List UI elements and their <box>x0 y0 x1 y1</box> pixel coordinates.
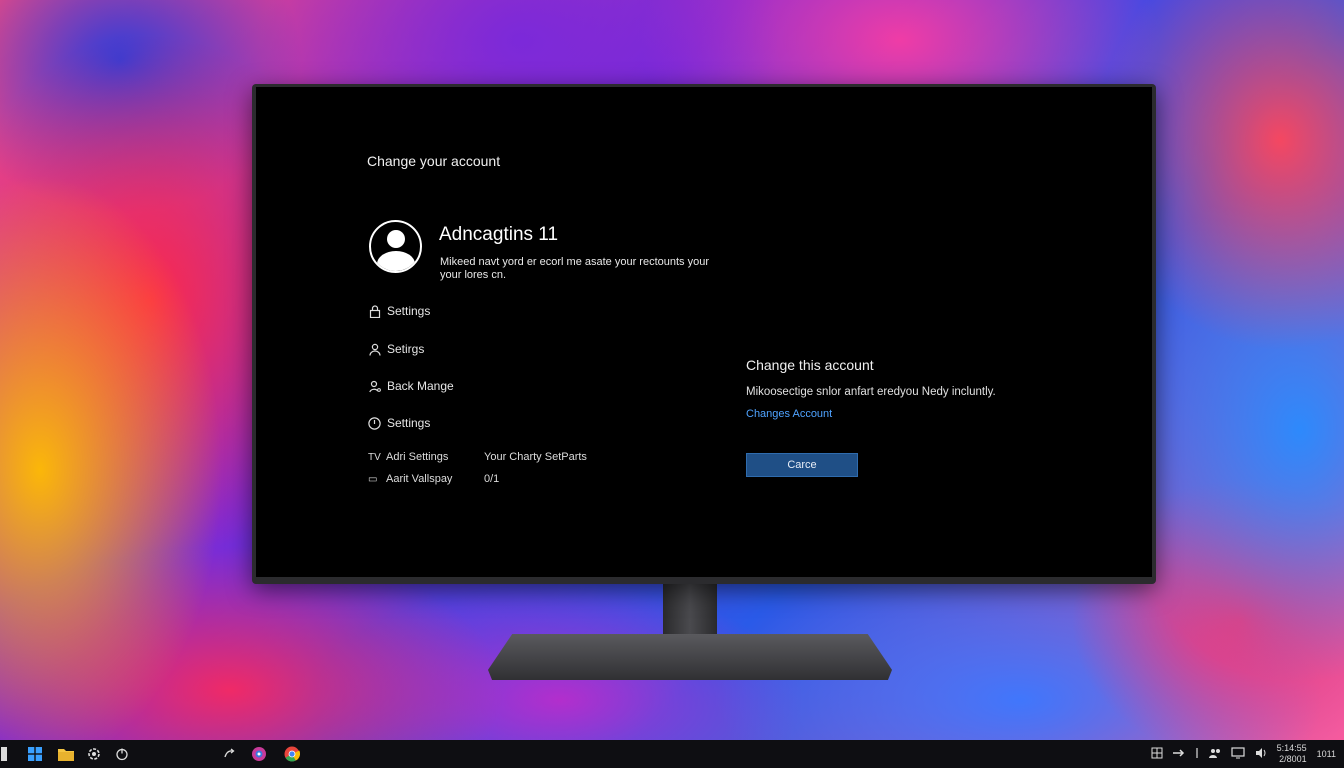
setting-row-label-group: TV Adri Settings <box>368 451 484 463</box>
person-key-icon <box>368 380 381 393</box>
page-title: Change your account <box>367 153 501 169</box>
menu-item-back-mange[interactable]: Back Mange <box>368 377 454 395</box>
system-tray: 5:14:55 2/8001 1011 <box>1151 740 1336 768</box>
avatar[interactable] <box>369 220 422 273</box>
power-icon[interactable] <box>114 746 130 762</box>
menu-item-label: Settings <box>387 304 431 318</box>
menu-item-label: Settings <box>387 416 431 430</box>
arrow-icon[interactable] <box>1172 748 1185 761</box>
clock[interactable]: 5:14:55 2/8001 <box>1277 743 1307 765</box>
file-explorer-icon[interactable] <box>58 746 74 762</box>
people-icon[interactable] <box>1208 747 1221 762</box>
network-icon[interactable] <box>1151 747 1163 762</box>
menu-item-settings[interactable]: Settings <box>368 302 430 320</box>
account-description: Mikeed navt yord er ecorl me asate your … <box>440 256 710 281</box>
menu-item-label: Back Mange <box>387 379 454 393</box>
lock-icon <box>368 304 381 318</box>
taskbar-edge <box>0 746 12 762</box>
setting-row-aarit[interactable]: ▭ Aarit Vallspay 0/1 <box>368 473 499 485</box>
monitor-icon[interactable] <box>1231 746 1245 762</box>
setting-row-value: Your Charty SetParts <box>484 451 587 463</box>
person-icon <box>368 343 381 356</box>
panel-description: Mikoosectige snlor anfart eredyou Nedy i… <box>746 386 996 398</box>
account-name: Adncagtins 11 <box>439 224 559 245</box>
tray-right-text: 1011 <box>1316 749 1336 759</box>
setting-row-label: Aarit Vallspay <box>386 473 453 485</box>
menu-item-label: Setirgs <box>387 342 425 356</box>
change-account-link[interactable]: Changes Account <box>746 408 832 420</box>
setting-row-value: 0/1 <box>484 473 500 485</box>
volume-icon[interactable] <box>1255 747 1267 762</box>
menu-item-setirgs[interactable]: Setirgs <box>368 340 424 358</box>
settings-icon[interactable] <box>86 746 102 762</box>
app-icon[interactable] <box>251 746 267 762</box>
chrome-icon[interactable] <box>284 746 300 762</box>
monitor-stand-neck <box>663 584 717 642</box>
cancel-button[interactable]: Carce <box>746 453 858 477</box>
windows-start-icon[interactable] <box>27 746 43 762</box>
menu-item-settings-power[interactable]: Settings <box>368 414 430 432</box>
taskbar: 5:14:55 2/8001 1011 <box>0 740 1344 768</box>
monitor: Change your account Adncagtins 11 Mikeed… <box>252 84 1156 584</box>
setting-row-label-group: ▭ Aarit Vallspay <box>368 473 484 485</box>
setting-row-adri[interactable]: TV Adri Settings Your Charty SetParts <box>368 451 587 463</box>
separator-icon <box>1195 747 1199 761</box>
power-icon <box>368 416 381 430</box>
avatar-body <box>377 251 415 271</box>
share-icon[interactable] <box>221 746 237 762</box>
monitor-stand-base <box>488 634 892 680</box>
panel-title: Change this account <box>746 357 874 373</box>
tv-icon: TV <box>368 451 381 463</box>
clock-date: 2/8001 <box>1279 754 1307 764</box>
setting-row-label: Adri Settings <box>386 451 449 463</box>
display-icon: ▭ <box>368 473 378 485</box>
settings-screen: Change your account Adncagtins 11 Mikeed… <box>256 87 1152 577</box>
clock-time: 5:14:55 <box>1276 743 1307 753</box>
avatar-head <box>387 230 405 248</box>
